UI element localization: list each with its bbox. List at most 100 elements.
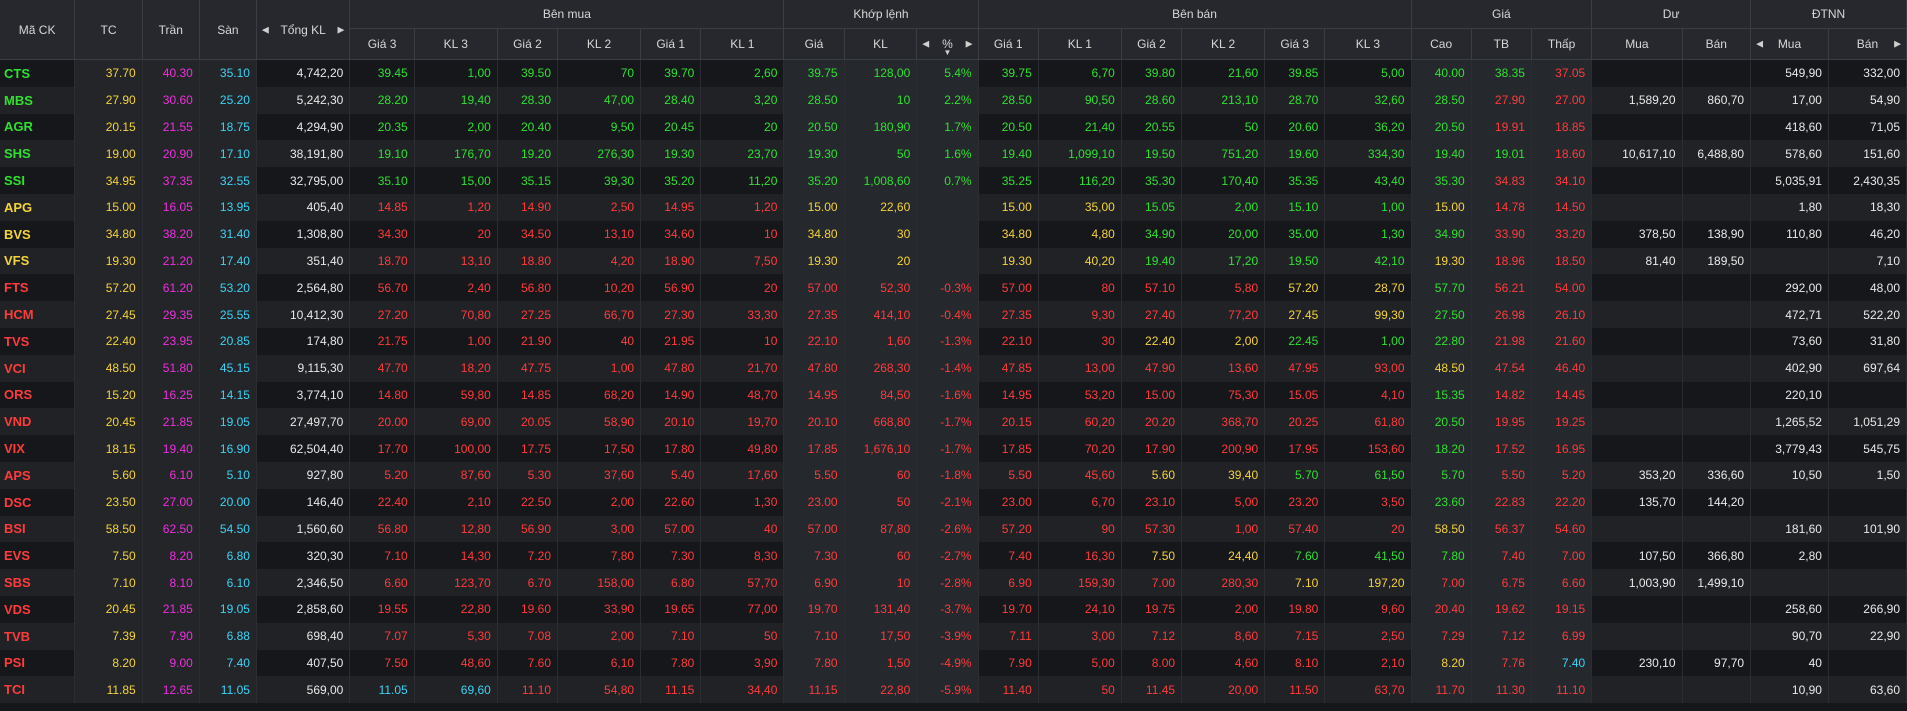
sort-down-icon[interactable]: ▼ [943, 48, 951, 57]
header-buy-price-2[interactable]: Giá 2 [497, 28, 559, 60]
cell-symbol[interactable]: VND [0, 408, 76, 436]
table-row[interactable]: AGR 20.15 21.55 18.75 4,294,90 20.35 2,00 20.40… [0, 113, 1907, 141]
cell-buy-vol-1: 3,90 [700, 649, 785, 677]
cell-buy-vol-1: 8,30 [700, 542, 785, 570]
table-row[interactable]: VND 20.45 21.85 19.05 27,497,70 20.00 69,00 20.… [0, 408, 1907, 436]
table-row[interactable]: APS 5.60 6.10 5.10 927,80 5.20 87,60 5.30 37,60 5… [0, 461, 1907, 489]
cell-sell-price-3: 20.25 [1264, 408, 1326, 436]
cell-symbol[interactable]: CTS [0, 59, 76, 87]
table-row[interactable]: APG 15.00 16.05 13.95 405,40 14.85 1,20 14.90 2,… [0, 193, 1907, 221]
table-row[interactable]: TCI 11.85 12.65 11.05 569,00 11.05 69,60 11.10 5… [0, 676, 1907, 704]
header-foreign-buy[interactable]: ◀ Mua [1750, 28, 1829, 60]
cell-symbol[interactable]: FTS [0, 274, 76, 302]
header-remain-buy[interactable]: Mua [1591, 28, 1683, 60]
caret-right-icon[interactable]: ▶ [966, 39, 973, 50]
cell-symbol[interactable]: AGR [0, 113, 76, 141]
header-match-percent[interactable]: ◀ % ▼ ▶ [916, 28, 979, 60]
header-buy-price-1[interactable]: Giá 1 [640, 28, 702, 60]
cell-symbol[interactable]: SHS [0, 140, 76, 168]
cell-low: 16.95 [1531, 435, 1593, 462]
cell-symbol[interactable]: ORS [0, 381, 76, 409]
header-ceil[interactable]: Trần [142, 0, 200, 60]
header-low[interactable]: Thấp [1531, 28, 1593, 60]
table-row[interactable]: ORS 15.20 16.25 14.15 3,774,10 14.80 59,80 14.8… [0, 381, 1907, 409]
table-row[interactable]: DSC 23.50 27.00 20.00 146,40 22.40 2,10 22.50 2,… [0, 488, 1907, 516]
table-row[interactable]: FTS 57.20 61.20 53.20 2,564,80 56.70 2,40 56.80… [0, 274, 1907, 302]
table-row[interactable]: TVS 22.40 23.95 20.85 174,80 21.75 1,00 21.90 40… [0, 327, 1907, 355]
cell-symbol[interactable]: HCM [0, 301, 76, 328]
cell-symbol[interactable]: APS [0, 461, 76, 489]
header-buy-vol-1[interactable]: KL 1 [700, 28, 785, 60]
cell-symbol[interactable]: VDS [0, 595, 76, 623]
cell-buy-price-1: 20.10 [640, 408, 702, 436]
header-match-price[interactable]: Giá [783, 28, 845, 60]
cell-buy-price-2: 19.20 [497, 140, 559, 168]
cell-foreign-sell [1828, 542, 1907, 570]
header-total-volume[interactable]: ◀ Tổng KL ▶ [256, 0, 351, 60]
table-row[interactable]: VIX 18.15 19.40 16.90 62,504,40 17.70 100,00 17… [0, 435, 1907, 462]
table-row[interactable]: MBS 27.90 30.60 25.20 5,242,30 28.20 19,40 28.3… [0, 86, 1907, 114]
header-floor[interactable]: Sàn [199, 0, 257, 60]
table-row[interactable]: HCM 27.45 29.35 25.55 10,412,30 27.20 70,80 27.… [0, 301, 1907, 328]
cell-symbol[interactable]: TVS [0, 327, 76, 355]
header-match-volume[interactable]: KL [844, 28, 918, 60]
table-row[interactable]: SHS 19.00 20.90 17.10 38,191,80 19.10 176,70 19… [0, 140, 1907, 168]
table-row[interactable]: BSI 58.50 62.50 54.50 1,560,60 56.80 12,80 56.9… [0, 515, 1907, 543]
header-high[interactable]: Cao [1411, 28, 1472, 60]
caret-right-icon[interactable]: ▶ [337, 24, 344, 35]
cell-symbol[interactable]: BVS [0, 220, 76, 248]
header-sell-vol-2[interactable]: KL 2 [1181, 28, 1266, 60]
table-row[interactable]: TVB 7.39 7.90 6.88 698,40 7.07 5,30 7.08 2,00 7.1… [0, 622, 1907, 650]
header-sell-price-3[interactable]: Giá 3 [1264, 28, 1326, 60]
caret-right-icon[interactable]: ▶ [1894, 39, 1901, 50]
header-buy-vol-2[interactable]: KL 2 [557, 28, 642, 60]
cell-ceil: 8.20 [142, 542, 200, 570]
caret-left-icon[interactable]: ◀ [1756, 39, 1763, 50]
header-remain-sell[interactable]: Bán [1682, 28, 1752, 60]
cell-symbol[interactable]: MBS [0, 86, 76, 114]
cell-symbol[interactable]: APG [0, 193, 76, 221]
cell-match-volume: 668,80 [844, 408, 918, 436]
cell-floor: 6.80 [199, 542, 257, 570]
cell-symbol[interactable]: PSI [0, 649, 76, 677]
table-row[interactable]: SSI 34.95 37.35 32.55 32,795,00 35.10 15,00 35.… [0, 167, 1907, 194]
cell-symbol[interactable]: DSC [0, 488, 76, 516]
table-row[interactable]: VDS 20.45 21.85 19.05 2,858,60 19.55 22,80 19.6… [0, 595, 1907, 623]
caret-left-icon[interactable]: ◀ [262, 24, 269, 35]
table-row[interactable]: PSI 8.20 9.00 7.40 407,50 7.50 48,60 7.60 6,10 7.… [0, 649, 1907, 677]
cell-total-volume: 9,115,30 [256, 354, 351, 382]
cell-symbol[interactable]: SSI [0, 167, 76, 194]
cell-symbol[interactable]: TCI [0, 676, 76, 704]
header-foreign-sell[interactable]: Bán ▶ [1828, 28, 1907, 60]
header-buy-price-3[interactable]: Giá 3 [349, 28, 415, 60]
cell-ceil: 62.50 [142, 515, 200, 543]
table-row[interactable]: BVS 34.80 38.20 31.40 1,308,80 34.30 20 34.50 13… [0, 220, 1907, 248]
header-symbol[interactable]: Mã CK [0, 0, 76, 60]
header-sell-price-2[interactable]: Giá 2 [1121, 28, 1183, 60]
cell-match-price: 28.50 [783, 86, 845, 114]
cell-symbol[interactable]: BSI [0, 515, 76, 543]
cell-symbol[interactable]: TVB [0, 622, 76, 650]
cell-match-price: 22.10 [783, 327, 845, 355]
cell-low: 19.25 [1531, 408, 1593, 436]
header-buy-vol-3[interactable]: KL 3 [414, 28, 498, 60]
cell-symbol[interactable]: SBS [0, 569, 76, 596]
table-row[interactable]: SBS 7.10 8.10 6.10 2,346,50 6.60 123,70 6.70 158… [0, 569, 1907, 596]
cell-buy-price-3: 56.80 [349, 515, 415, 543]
cell-symbol[interactable]: VCI [0, 354, 76, 382]
header-ref[interactable]: TC [74, 0, 143, 60]
cell-symbol[interactable]: VFS [0, 247, 76, 275]
cell-avg: 22.83 [1471, 488, 1532, 516]
table-row[interactable]: VFS 19.30 21.20 17.40 351,40 18.70 13,10 18.80 4… [0, 247, 1907, 275]
cell-symbol[interactable]: EVS [0, 542, 76, 570]
table-row[interactable]: CTS 37.70 40.30 35.10 4,742,20 39.45 1,00 39.50… [0, 59, 1907, 87]
caret-left-icon[interactable]: ◀ [922, 39, 929, 50]
header-sell-vol-3[interactable]: KL 3 [1324, 28, 1412, 60]
header-avg[interactable]: TB [1471, 28, 1532, 60]
cell-buy-vol-1: 11,20 [700, 167, 785, 194]
table-row[interactable]: EVS 7.50 8.20 6.80 320,30 7.10 14,30 7.20 7,80 7.… [0, 542, 1907, 570]
cell-symbol[interactable]: VIX [0, 435, 76, 462]
header-sell-price-1[interactable]: Giá 1 [978, 28, 1039, 60]
table-row[interactable]: VCI 48.50 51.80 45.15 9,115,30 47.70 18,20 47.7… [0, 354, 1907, 382]
header-sell-vol-1[interactable]: KL 1 [1038, 28, 1122, 60]
